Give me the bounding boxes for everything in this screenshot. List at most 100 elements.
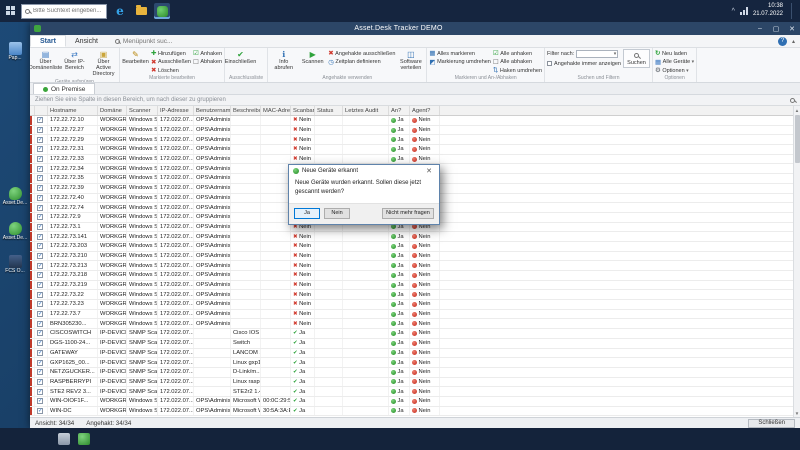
loeschen-button[interactable]: Löschen xyxy=(151,67,191,74)
dialog-titlebar[interactable]: Neue Geräte erkannt ✕ xyxy=(289,165,439,177)
taskbar-app-icon[interactable] xyxy=(78,433,90,445)
dialog-never-ask-button[interactable]: Nicht mehr fragen xyxy=(382,207,434,219)
row-checkbox[interactable]: ✓ xyxy=(37,117,43,124)
tab-start[interactable]: Start xyxy=(30,35,66,47)
angehakte-ausschliessen-button[interactable]: Angehakte ausschließen xyxy=(328,50,395,57)
table-row[interactable]: ✓ 172.22.72.31WORKGR...Windows S...172.02… xyxy=(30,145,800,155)
row-checkbox[interactable]: ✓ xyxy=(37,185,43,192)
table-row[interactable]: ✓ 172.22.72.27WORKGR...Windows S...172.02… xyxy=(30,125,800,136)
taskbar-clock[interactable]: 10:38 21.07.2022 xyxy=(753,3,783,19)
close-button[interactable]: ✕ xyxy=(784,22,800,35)
table-row[interactable]: ✓ 172.22.73.210WORKGR...Windows S...172.0… xyxy=(30,251,800,262)
table-row[interactable]: ✓ DGS-1100-24...IP-DEVICESNMP Sca...172.0… xyxy=(30,338,800,349)
column-header[interactable]: An? xyxy=(389,106,410,115)
tab-ansicht[interactable]: Ansicht xyxy=(66,35,107,47)
table-row[interactable]: ✓ 172.22.73.219WORKGR...Windows S...172.0… xyxy=(30,280,800,291)
groupby-bar[interactable]: Ziehen Sie eine Spalte in diesen Bereich… xyxy=(30,95,800,106)
row-checkbox[interactable]: ✓ xyxy=(37,127,43,134)
column-header[interactable]: Letztes Audit xyxy=(343,106,389,115)
desktop-icon[interactable]: Asset.De... xyxy=(0,187,30,207)
ausschliessen-button[interactable]: Ausschließen xyxy=(151,59,191,66)
row-checkbox[interactable]: ✓ xyxy=(37,156,43,163)
collapse-ribbon-icon[interactable]: ▴ xyxy=(792,38,795,45)
markierung-umdrehen-button[interactable]: Markierung umdrehen xyxy=(429,59,491,66)
anhaken-button[interactable]: Anhaken xyxy=(193,50,222,57)
explorer-icon[interactable] xyxy=(133,3,149,19)
table-row[interactable]: ✓ 172.22.72.10WORKGR...Windows S...172.02… xyxy=(30,116,800,126)
table-row[interactable]: ✓ 172.22.73.23WORKGR...Windows S...172.02… xyxy=(30,300,800,310)
row-checkbox[interactable]: ✓ xyxy=(37,262,43,269)
row-checkbox[interactable]: ✓ xyxy=(37,369,43,376)
scannen-button[interactable]: Scannen xyxy=(299,49,326,66)
scroll-down-icon[interactable]: ▼ xyxy=(795,409,799,417)
table-row[interactable]: ✓ WIN-OIOF1F...WORKGR...Windows S...172.0… xyxy=(30,396,800,407)
table-row[interactable]: ✓ 172.22.73.218WORKGR...Windows S...172.0… xyxy=(30,271,800,281)
column-header[interactable]: Beschreibung xyxy=(231,106,261,115)
column-header[interactable]: Benutzername xyxy=(194,106,231,115)
table-row[interactable]: ✓ 172.22.72.29WORKGR...Windows S...172.02… xyxy=(30,135,800,146)
alle-anhaken-button[interactable]: Alle anhaken xyxy=(493,50,542,57)
row-checkbox[interactable]: ✓ xyxy=(37,359,43,366)
row-checkbox[interactable]: ✓ xyxy=(37,407,43,414)
row-checkbox[interactable]: ✓ xyxy=(37,194,43,201)
row-checkbox[interactable]: ✓ xyxy=(37,146,43,153)
menu-search-input[interactable] xyxy=(122,37,187,45)
scrollbar-thumb[interactable] xyxy=(794,115,800,163)
minimize-button[interactable]: – xyxy=(752,22,768,35)
column-header[interactable]: Scanbar? xyxy=(291,106,315,115)
row-checkbox[interactable]: ✓ xyxy=(37,252,43,259)
column-header[interactable]: Domäne xyxy=(98,106,127,115)
ueber-domaenenliste-button[interactable]: Über Domänenliste xyxy=(30,49,62,72)
taskbar-search-input[interactable] xyxy=(33,8,105,14)
ueber-ip-bereich-button[interactable]: Über IP-Bereich xyxy=(61,49,88,72)
dialog-close-icon[interactable]: ✕ xyxy=(423,167,435,175)
row-checkbox[interactable]: ✓ xyxy=(37,165,43,172)
column-header[interactable]: Agent? xyxy=(410,106,440,115)
column-header[interactable]: Scanner xyxy=(127,106,158,115)
start-button-icon[interactable] xyxy=(6,6,16,16)
row-checkbox[interactable]: ✓ xyxy=(37,330,43,337)
column-header[interactable]: IP-Adresse xyxy=(158,106,194,115)
row-checkbox[interactable]: ✓ xyxy=(37,136,43,143)
table-row[interactable]: ✓ WIN-DCWORKGR...Windows S...172.022.07..… xyxy=(30,406,800,417)
table-row[interactable]: ✓ 172.22.72.33WORKGR...Windows S...172.02… xyxy=(30,154,800,165)
search-icon[interactable] xyxy=(790,97,795,103)
software-verteilen-button[interactable]: Software verteilen xyxy=(397,49,424,72)
table-row[interactable]: ✓ BRN305230...WORKGR...Windows S...172.02… xyxy=(30,319,800,330)
edge-icon[interactable]: e xyxy=(112,3,128,19)
taskbar-window-icon[interactable] xyxy=(58,433,70,445)
alle-abhaken-button[interactable]: Alle abhaken xyxy=(493,59,542,66)
row-checkbox[interactable]: ✓ xyxy=(37,301,43,308)
row-checkbox[interactable]: ✓ xyxy=(37,223,43,230)
row-checkbox[interactable]: ✓ xyxy=(37,398,43,405)
show-desktop-button[interactable] xyxy=(791,3,794,19)
dialog-yes-button[interactable]: Ja xyxy=(294,207,320,219)
vertical-scrollbar[interactable]: ▲ ▼ xyxy=(793,106,800,417)
table-row[interactable]: ✓ CISCOSWITCHIP-DEVICESNMP Sca...172.022.… xyxy=(30,329,800,339)
neu-laden-button[interactable]: Neu laden xyxy=(655,50,694,57)
hinzufuegen-button[interactable]: Hinzufügen xyxy=(151,50,191,57)
row-checkbox[interactable]: ✓ xyxy=(37,349,43,356)
row-checkbox[interactable]: ✓ xyxy=(37,378,43,385)
tab-on-premise[interactable]: On Premise xyxy=(33,83,96,94)
row-checkbox[interactable]: ✓ xyxy=(37,320,43,327)
optionen-button[interactable]: Optionen▾ xyxy=(655,67,694,74)
filter-dropdown[interactable]: ▾ xyxy=(576,50,619,58)
table-row[interactable]: ✓ 172.22.73.213WORKGR...Windows S...172.0… xyxy=(30,261,800,271)
table-row[interactable]: ✓ 172.22.73.7WORKGR...Windows S...172.022… xyxy=(30,309,800,320)
desktop-icon[interactable]: FCS O... xyxy=(0,255,30,275)
haken-umdrehen-button[interactable]: Haken umdrehen xyxy=(493,67,542,74)
taskbar-search[interactable] xyxy=(21,3,107,19)
suchen-button[interactable]: Suchen xyxy=(623,49,650,69)
table-body[interactable]: ✓172.22.72.10WORKGR...Windows S...172.02… xyxy=(30,116,800,417)
assetdesk-taskbar-icon[interactable] xyxy=(154,3,170,19)
table-row[interactable]: ✓ 172.22.73.22WORKGR...Windows S...172.02… xyxy=(30,290,800,301)
column-header[interactable]: Hostname xyxy=(48,106,98,115)
tray-expand-icon[interactable]: ^ xyxy=(732,8,735,15)
table-row[interactable]: ✓ GXP1625_00...IP-DEVICESNMP Sca...172.02… xyxy=(30,358,800,368)
desktop-icon[interactable]: Asset.De... xyxy=(0,222,30,242)
abhaken-button[interactable]: Abhaken xyxy=(193,59,222,66)
table-row[interactable]: ✓ 172.22.73.203WORKGR...Windows S...172.0… xyxy=(30,241,800,252)
zeitplan-definieren-button[interactable]: Zeitplan definieren xyxy=(328,59,395,66)
table-row[interactable]: ✓ GATEWAYIP-DEVICESNMP Sca...172.022.07..… xyxy=(30,348,800,359)
